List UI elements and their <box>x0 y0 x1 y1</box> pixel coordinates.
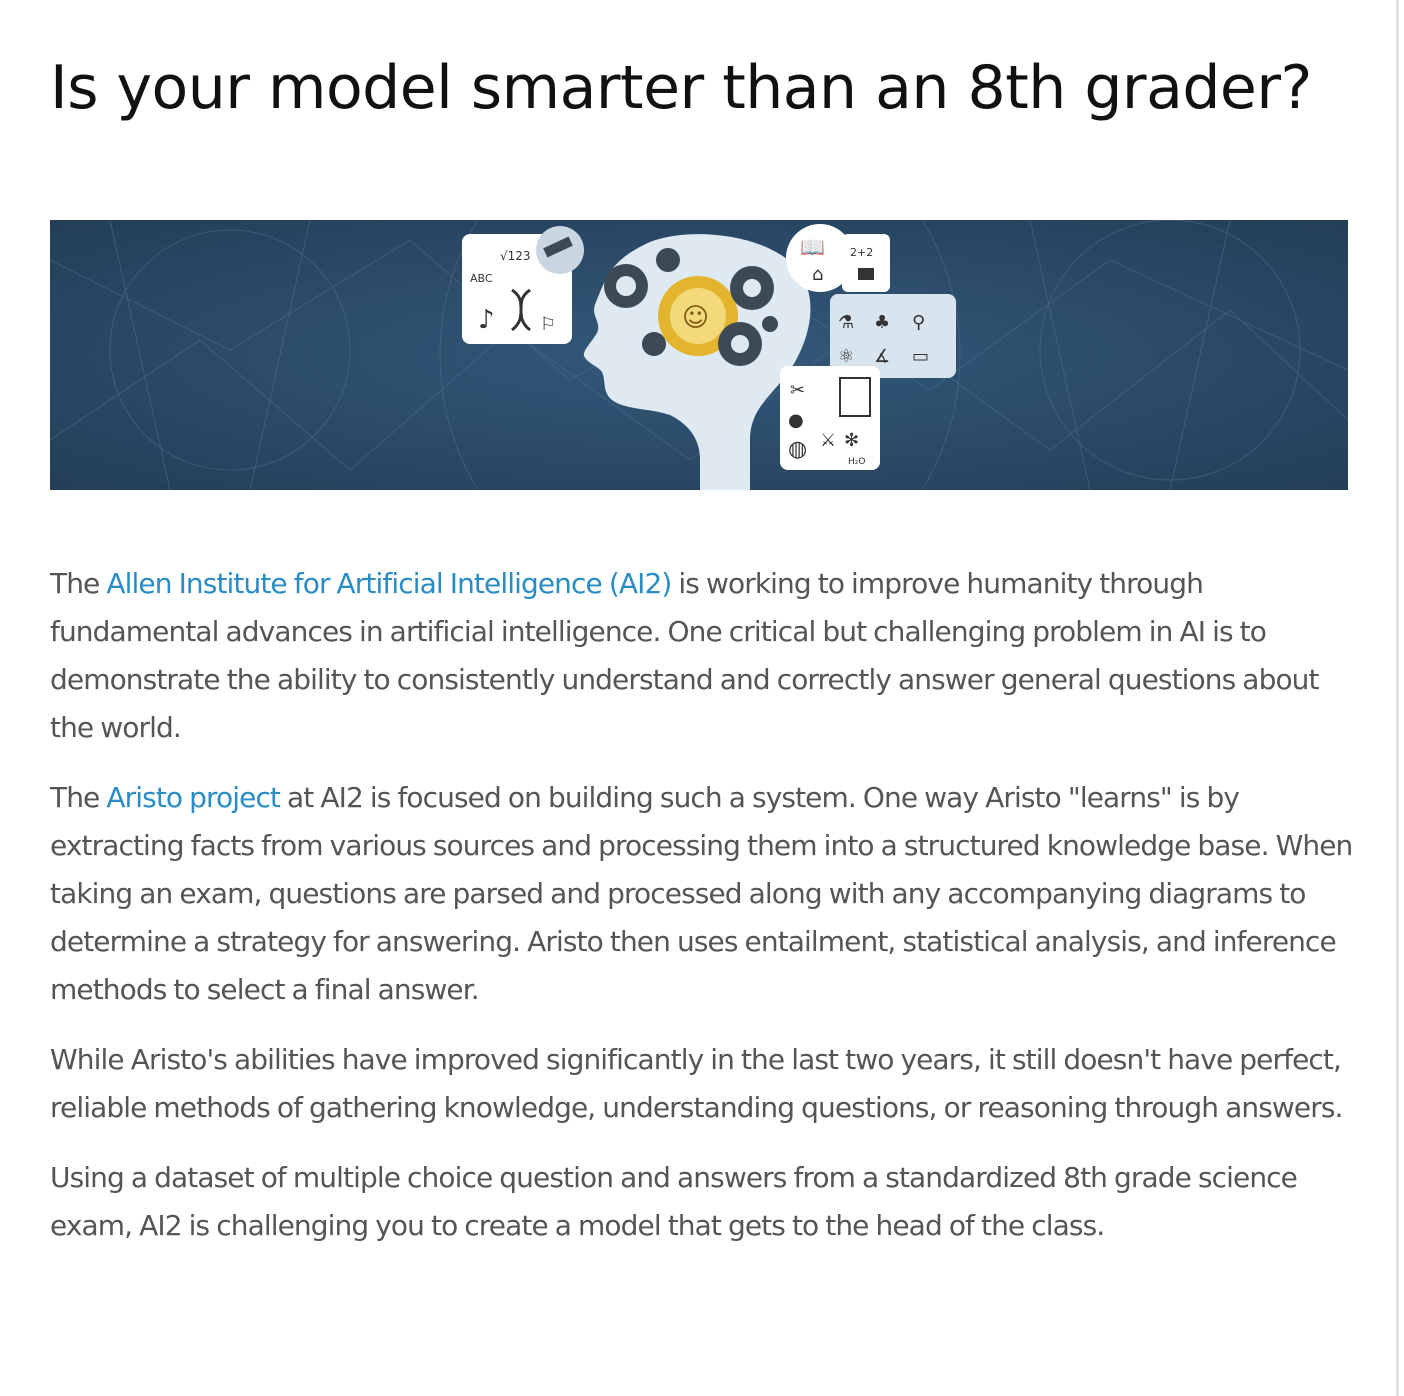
protractor-icon: ∡ <box>874 346 890 367</box>
aristo-paragraph: The Aristo project at AI2 is focused on … <box>50 781 1353 1006</box>
sqrt-label: √123 <box>500 249 531 263</box>
science-icon-card: ⚗ ♣ ⚲ ⚛ ∡ ▭ <box>830 294 956 378</box>
aristo-project-link[interactable]: Aristo project <box>106 781 281 814</box>
intro-paragraph: The Allen Institute for Artificial Intel… <box>50 567 1320 744</box>
book-icon: 📖 <box>800 235 825 259</box>
challenge-paragraph: Using a dataset of multiple choice quest… <box>50 1161 1298 1242</box>
microscope-icon: ⚲ <box>912 312 925 333</box>
ai2-link[interactable]: Allen Institute for Artificial Intellige… <box>106 567 672 600</box>
globe-icon: ◍ <box>788 437 807 462</box>
page-title: Is your model smarter than an 8th grader… <box>50 53 1312 123</box>
scholar-icon: ☺ <box>682 303 709 333</box>
apple-icon: ● <box>788 410 804 431</box>
two-plus-two-label: 2+2 <box>850 246 873 259</box>
h2o-label: H₂O <box>848 457 865 467</box>
bank-icon: ⌂ <box>812 264 823 285</box>
hero-banner-image: √123 ABC ♪ ⚐ ☺ 📖 ⌂ 2+2 ⚗ ♣ ⚲ ⚛ ∡ ▭ ✂ ● ◍… <box>50 220 1348 490</box>
telescope-icon: ⚔ <box>820 430 836 451</box>
scissors-icon: ✂ <box>790 380 805 401</box>
snowflake-icon: ✻ <box>844 430 859 451</box>
banner-illustration: √123 ABC ♪ ⚐ ☺ 📖 ⌂ 2+2 ⚗ ♣ ⚲ ⚛ ∡ ▭ ✂ ● ◍… <box>50 220 1348 490</box>
article-body: The Allen Institute for Artificial Intel… <box>50 560 1354 1272</box>
math-card <box>842 234 890 292</box>
runner-icon: ⚐ <box>540 314 556 335</box>
people-icon: ♣ <box>874 312 890 333</box>
abilities-paragraph: While Aristo's abilities have improved s… <box>50 1043 1343 1124</box>
atom-icon: ⚛ <box>838 346 854 367</box>
music-note-icon: ♪ <box>478 305 495 335</box>
page-container: Is your model smarter than an 8th grader… <box>0 0 1399 1396</box>
briefcase-icon <box>858 268 874 280</box>
flask-icon: ⚗ <box>838 312 854 333</box>
laptop-icon: ▭ <box>912 346 929 367</box>
abc-label: ABC <box>470 272 493 285</box>
bottom-icon-card: ✂ ● ◍ ⚔ ✻ H₂O <box>780 366 880 470</box>
